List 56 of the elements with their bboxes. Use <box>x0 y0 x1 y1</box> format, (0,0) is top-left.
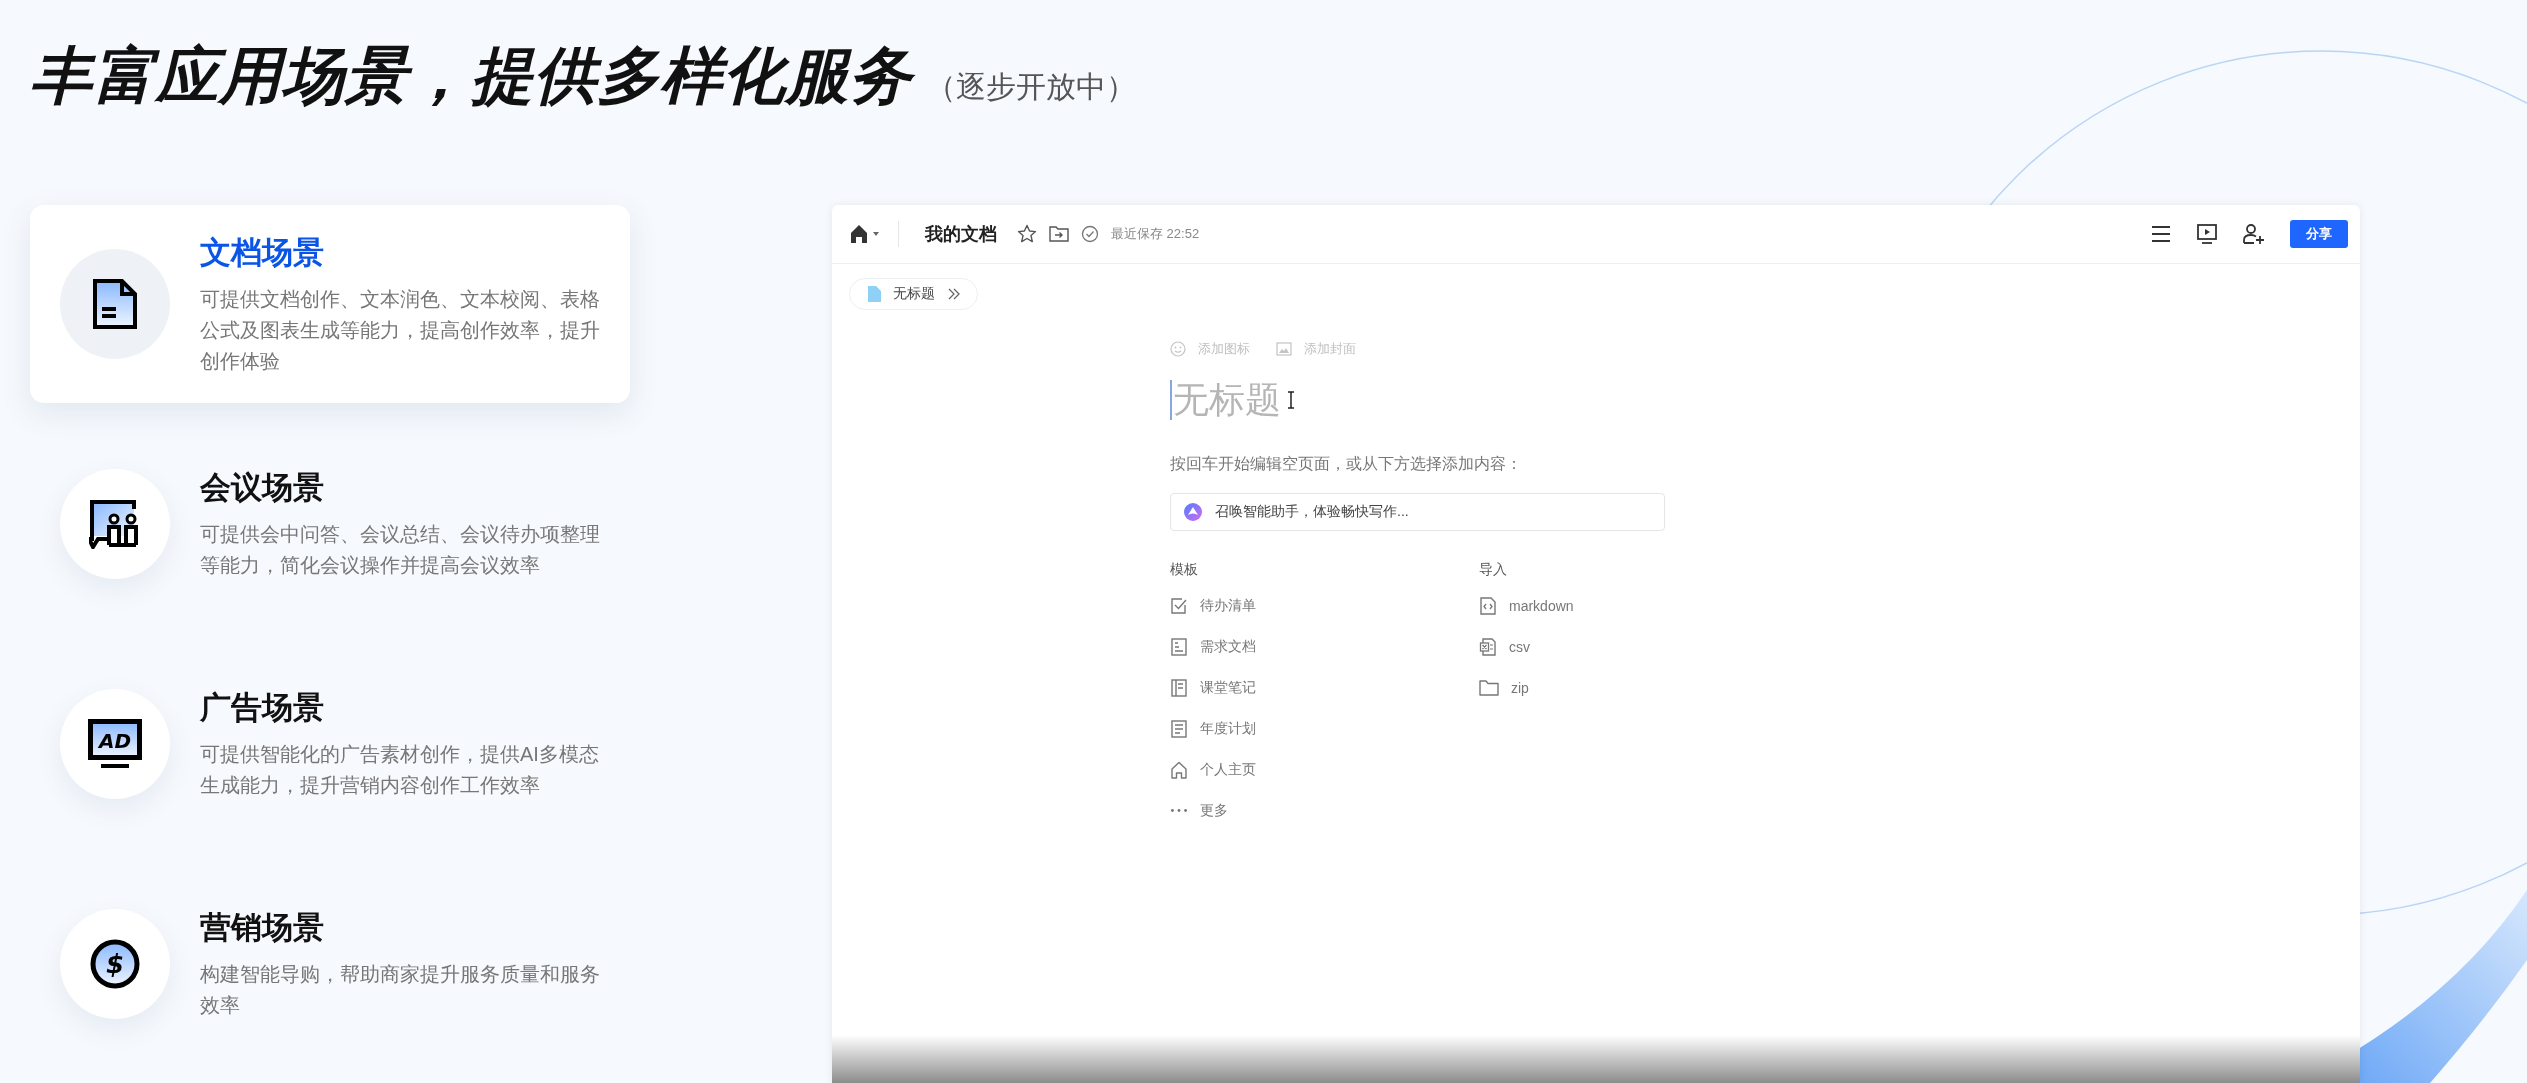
import-item[interactable]: markdown <box>1479 585 1788 626</box>
page-subtitle: （逐步开放中） <box>926 69 1136 105</box>
presentation-icon[interactable] <box>2196 223 2218 245</box>
template-item[interactable]: 需求文档 <box>1170 626 1479 667</box>
document-icon <box>1170 719 1188 738</box>
text-cursor-icon <box>1287 391 1295 409</box>
document-icon <box>92 278 138 330</box>
template-item[interactable]: 个人主页 <box>1170 749 1479 790</box>
import-item[interactable]: zip <box>1479 667 1788 708</box>
folder-icon <box>1479 678 1499 697</box>
assistant-logo-icon <box>1183 502 1203 522</box>
scene-title: 营销场景 <box>200 909 325 947</box>
scene-card[interactable]: 会议场景 可提供会中问答、会议总结、会议待办项整理等能力，简化会议操作并提高会议效率 <box>30 425 630 623</box>
smiley-icon <box>1170 341 1186 357</box>
scene-description: 可提供会中问答、会议总结、会议待办项整理等能力，简化会议操作并提高会议效率 <box>200 522 601 578</box>
share-button[interactable]: 分享 <box>2290 220 2348 248</box>
house-icon <box>1170 760 1188 779</box>
checkbox-icon <box>1170 596 1188 615</box>
double-chevron-icon <box>947 287 961 301</box>
section-heading: 导入 <box>1479 561 1508 579</box>
add-user-icon[interactable] <box>2242 223 2266 245</box>
template-item[interactable]: 年度计划 <box>1170 708 1479 749</box>
star-icon[interactable] <box>1017 224 1037 244</box>
template-item[interactable]: 更多 <box>1170 790 1479 831</box>
document-icon <box>1170 637 1188 656</box>
check-circle-icon <box>1081 225 1099 243</box>
code-file-icon <box>1479 596 1497 615</box>
home-menu-button[interactable] <box>850 224 880 244</box>
coin-icon: $ <box>90 939 140 989</box>
spreadsheet-file-icon <box>1479 637 1497 656</box>
move-to-folder-icon[interactable] <box>1049 225 1069 243</box>
scene-title: 文档场景 <box>200 233 325 272</box>
text-caret <box>1170 380 1172 420</box>
scene-title: 广告场景 <box>200 689 325 727</box>
file-icon <box>868 286 881 302</box>
more-icon <box>1171 809 1187 812</box>
scene-description: 可提供文档创作、文本润色、文本校阅、表格公式及图表生成等能力，提高创作效率，提升创作体验 <box>200 286 601 374</box>
scene-description: 可提供智能化的广告素材创作，提供AI多模态生成能力，提升营销内容创作工作效率 <box>200 742 600 798</box>
menu-icon[interactable] <box>2150 225 2172 243</box>
hint-text: 按回车开始编辑空页面，或从下方选择添加内容： <box>1170 454 1523 474</box>
scene-title: 会议场景 <box>200 469 325 507</box>
template-item[interactable]: 课堂笔记 <box>1170 667 1479 708</box>
notebook-icon <box>1170 678 1188 697</box>
template-item[interactable]: 待办清单 <box>1170 585 1479 626</box>
assistant-input[interactable]: 召唤智能助手，体验畅快写作... <box>1170 493 1665 531</box>
home-icon <box>850 224 880 244</box>
image-icon <box>1276 342 1292 356</box>
document-title: 我的文档 <box>925 223 997 246</box>
scene-description: 构建智能导购，帮助商家提升服务质量和服务效率 <box>200 962 601 1018</box>
scene-card[interactable]: 文档场景 可提供文档创作、文本润色、文本校阅、表格公式及图表生成等能力，提高创作效率，提升创作体验 <box>30 205 630 403</box>
scene-card[interactable]: $ 营销场景 构建智能导购，帮助商家提升服务质量和服务效率 <box>30 865 630 1063</box>
meeting-icon <box>89 499 141 549</box>
section-heading: 模板 <box>1170 561 1199 579</box>
import-item[interactable]: csv <box>1479 626 1788 667</box>
scene-card[interactable]: AD 广告场景 可提供智能化的广告素材创作，提供AI多模态生成能力，提升营销内容创作工作效率 <box>30 645 630 843</box>
save-status: 最近保存 22:52 <box>1111 225 1200 243</box>
